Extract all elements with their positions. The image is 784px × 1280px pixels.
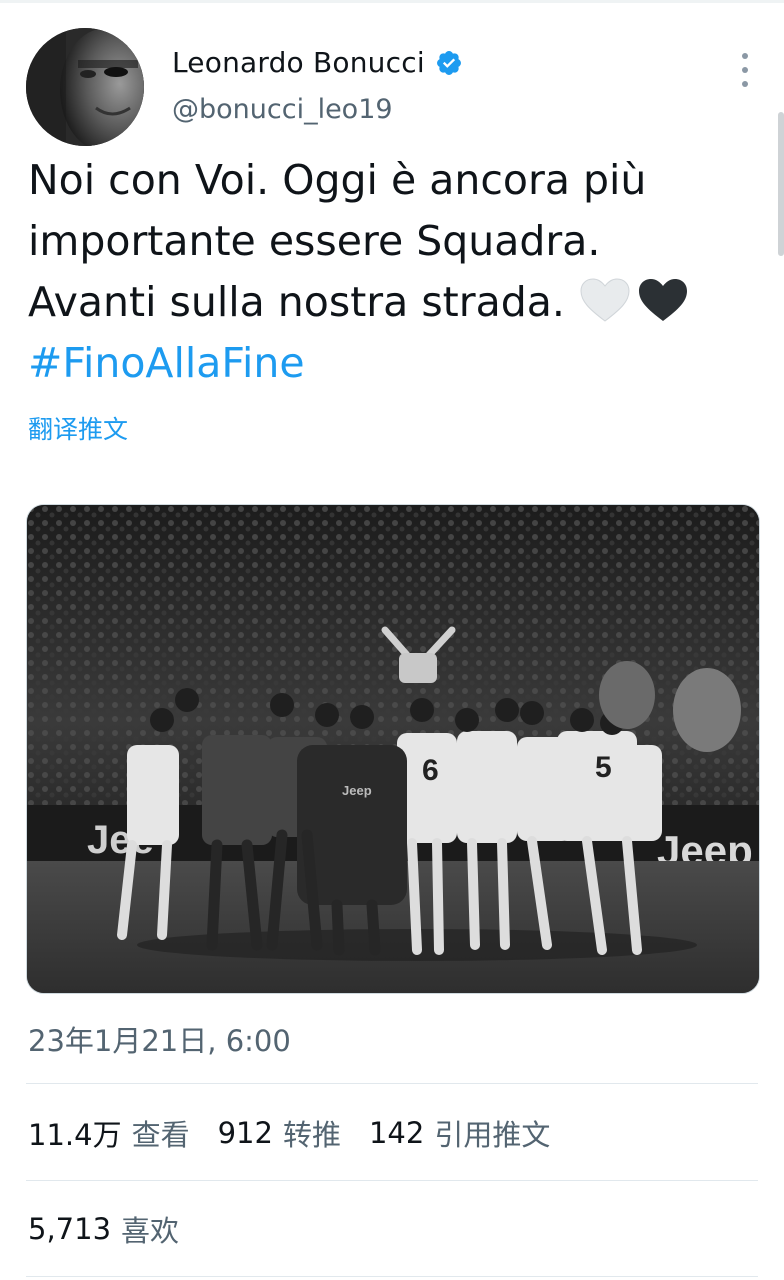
- top-divider: [0, 0, 784, 3]
- views-label: 查看: [131, 1118, 190, 1152]
- tweet-line-2: importante essere Squadra.: [28, 217, 601, 265]
- white-heart-icon: [579, 277, 631, 323]
- tweet-line-3-wrap: Avanti sulla nostra strada.: [28, 272, 748, 333]
- more-options-icon[interactable]: [740, 48, 750, 92]
- tweet-text: Noi con Voi. Oggi è ancora più important…: [28, 150, 748, 394]
- divider: [26, 1180, 758, 1181]
- likes-label[interactable]: 喜欢: [121, 1208, 179, 1250]
- divider: [26, 1083, 758, 1084]
- team-huddle-photo: Jee Jeep 6 5 Jeep: [27, 505, 759, 993]
- author-handle[interactable]: @bonucci_leo19: [172, 94, 393, 125]
- quotes-label[interactable]: 引用推文: [434, 1112, 550, 1154]
- tweet-line-1: Noi con Voi. Oggi è ancora più: [28, 156, 647, 204]
- likes-stat[interactable]: 5,713 喜欢: [28, 1208, 179, 1250]
- svg-text:5: 5: [595, 751, 612, 784]
- avatar-photo-icon: [26, 28, 144, 146]
- tweet-timestamp[interactable]: 23年1月21日, 6:00: [28, 1018, 291, 1060]
- scrollbar[interactable]: [778, 112, 784, 256]
- avatar[interactable]: [26, 28, 144, 146]
- name-row: Leonardo Bonucci: [172, 46, 463, 79]
- retweets-count[interactable]: 912: [218, 1116, 273, 1150]
- author-name[interactable]: Leonardo Bonucci: [172, 46, 425, 79]
- translate-tweet-link[interactable]: 翻译推文: [28, 410, 128, 446]
- tweet-photo[interactable]: Jee Jeep 6 5 Jeep: [26, 504, 760, 994]
- tweet-line-3: Avanti sulla nostra strada.: [28, 278, 565, 326]
- views-count: 11.4万: [28, 1118, 122, 1152]
- divider: [26, 1276, 758, 1277]
- black-heart-icon: [637, 277, 689, 323]
- quotes-count[interactable]: 142: [369, 1116, 424, 1150]
- retweets-label[interactable]: 转推: [283, 1112, 341, 1154]
- hashtag-link[interactable]: #FinoAllaFine: [28, 333, 748, 394]
- tweet-header: Leonardo Bonucci @bonucci_leo19: [26, 28, 756, 148]
- likes-count[interactable]: 5,713: [28, 1212, 111, 1246]
- svg-text:6: 6: [422, 754, 439, 787]
- svg-text:Jeep: Jeep: [342, 783, 372, 798]
- verified-badge-icon: [435, 49, 463, 77]
- engagement-stats: 11.4万 查看 912 转推 142 引用推文: [28, 1112, 578, 1154]
